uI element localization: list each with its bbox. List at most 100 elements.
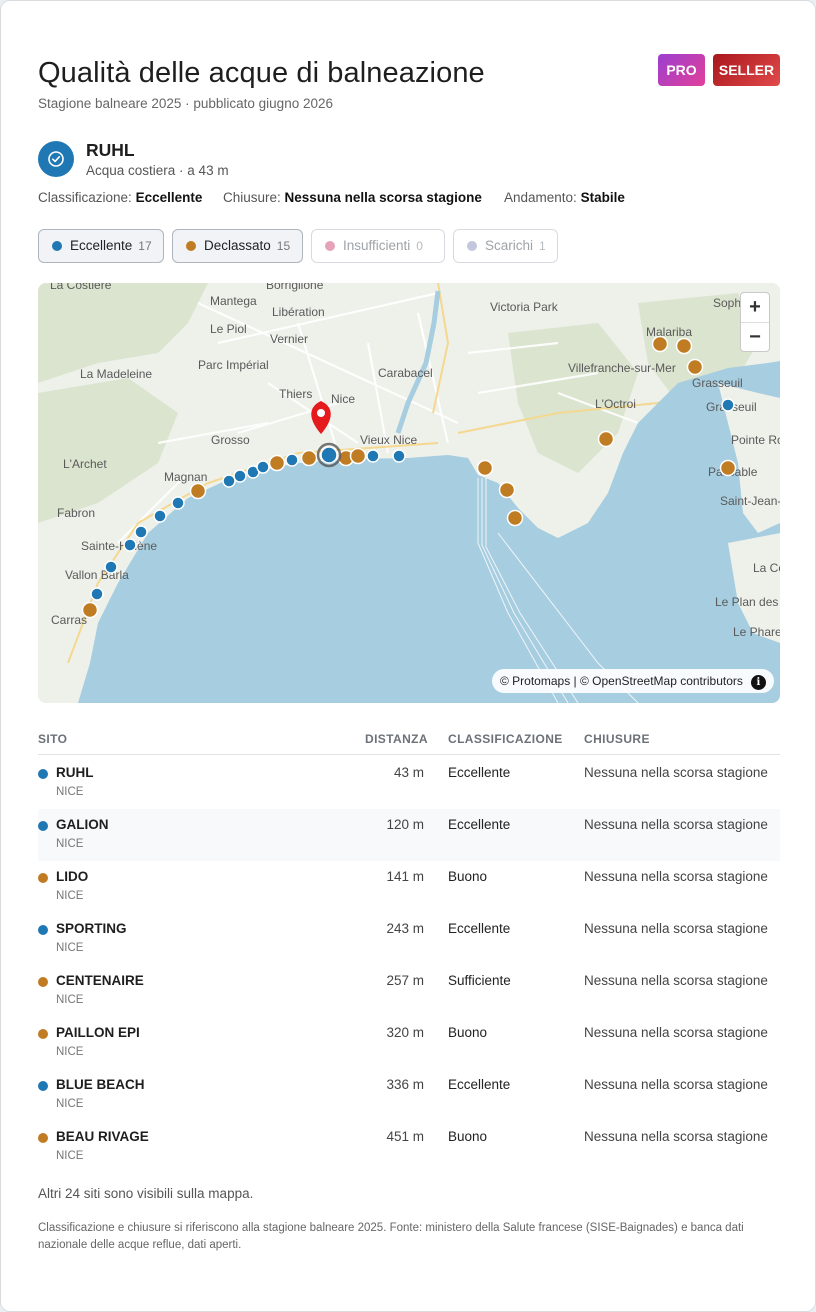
map[interactable]: La Costière Borriglione Mantega Libérati…: [38, 283, 780, 703]
selected-site-subtitle: Acqua costiera · a 43 m: [86, 163, 229, 178]
filter-discharges[interactable]: Scarichi 1: [453, 229, 558, 263]
site-closures: Nessuna nella scorsa stagione: [584, 765, 768, 780]
svg-text:Saint-Jean-C: Saint-Jean-C: [720, 494, 780, 508]
filter-excellent[interactable]: Eccellente 17: [38, 229, 164, 263]
meta-label: Andamento:: [504, 190, 577, 205]
table-row[interactable]: BLUE BEACH NICE 336 m Eccellente Nessuna nel…: [38, 1069, 780, 1121]
svg-text:Pointe Ro: Pointe Ro: [731, 433, 780, 447]
info-icon[interactable]: i: [750, 675, 766, 690]
table-row[interactable]: BEAU RIVAGE NICE 451 m Buono Nessuna nella s…: [38, 1121, 780, 1173]
svg-text:Vernier: Vernier: [270, 332, 308, 346]
water-quality-card: Qualità delle acque di balneazione Stagi…: [0, 0, 816, 1312]
status-dot: [38, 873, 48, 883]
svg-text:Villefranche-sur-Mer: Villefranche-sur-Mer: [568, 361, 676, 375]
filter-count: 17: [138, 239, 152, 253]
filter-label: Insufficienti: [343, 238, 411, 253]
col-header-distance: DISTANZA: [365, 732, 428, 746]
table-row[interactable]: LIDO NICE 141 m Buono Nessuna nella scorsa s…: [38, 861, 780, 913]
site-classification: Buono: [448, 869, 488, 884]
svg-text:Victoria Park: Victoria Park: [490, 300, 559, 314]
zoom-control: + −: [740, 292, 770, 352]
table-row[interactable]: GALION NICE 120 m Eccellente Nessuna nella s…: [38, 809, 780, 861]
svg-text:Mantega: Mantega: [210, 294, 257, 308]
meta-value: Nessuna nella scorsa stagione: [284, 190, 482, 205]
page-title: Qualità delle acque di balneazione: [38, 57, 485, 89]
site-closures: Nessuna nella scorsa stagione: [584, 817, 768, 832]
more-sites-note: Altri 24 siti sono visibili sulla mappa.: [38, 1186, 254, 1201]
status-dot: [38, 1081, 48, 1091]
site-distance: 243 m: [386, 921, 424, 936]
site-closures: Nessuna nella scorsa stagione: [584, 921, 768, 936]
site-classification: Buono: [448, 1025, 488, 1040]
filter-label: Eccellente: [70, 238, 133, 253]
status-dot: [38, 977, 48, 987]
svg-text:Carras: Carras: [51, 613, 87, 627]
svg-text:Le Piol: Le Piol: [210, 322, 247, 336]
svg-text:Vallon Barla: Vallon Barla: [65, 568, 129, 582]
svg-text:Borriglione: Borriglione: [266, 283, 324, 292]
svg-text:Carabacel: Carabacel: [378, 366, 433, 380]
selected-site-name: RUHL: [86, 140, 135, 160]
site-city: NICE: [56, 1098, 84, 1110]
status-dot: [38, 769, 48, 779]
table-row[interactable]: PAILLON EPI NICE 320 m Buono Nessuna nella s…: [38, 1017, 780, 1069]
site-closures: Nessuna nella scorsa stagione: [584, 1077, 768, 1092]
page-subtitle: Stagione balneare 2025 · pubblicato giug…: [38, 96, 333, 111]
site-distance: 257 m: [386, 973, 424, 988]
meta-value: Eccellente: [135, 190, 203, 205]
site-city: NICE: [56, 994, 84, 1006]
table-row[interactable]: RUHL NICE 43 m Eccellente Nessuna nella scor…: [38, 757, 780, 809]
col-header-closures: CHIUSURE: [584, 732, 650, 746]
site-name: LIDO: [56, 869, 89, 884]
meta-label: Classificazione:: [38, 190, 132, 205]
footnote: Classificazione e chiusure si riferiscon…: [38, 1222, 744, 1251]
site-classification: Eccellente: [448, 765, 511, 780]
svg-text:La Costière: La Costière: [50, 283, 112, 292]
filter-label: Scarichi: [485, 238, 534, 253]
site-name: GALION: [56, 817, 109, 832]
attribution-text[interactable]: © Protomaps | © OpenStreetMap contributo…: [500, 674, 743, 688]
site-closures: Nessuna nella scorsa stagione: [584, 869, 768, 884]
svg-text:Magnan: Magnan: [164, 470, 207, 484]
zoom-in-button[interactable]: +: [741, 293, 769, 322]
filter-downgraded[interactable]: Declassato 15: [172, 229, 303, 263]
svg-text:Fabron: Fabron: [57, 506, 95, 520]
svg-text:Vieux Nice: Vieux Nice: [360, 433, 417, 447]
header-divider: [38, 754, 780, 755]
site-classification: Sufficiente: [448, 973, 511, 988]
legend-dot: [467, 241, 477, 251]
site-distance: 451 m: [386, 1129, 424, 1144]
meta-classification: Classificazione: Eccellente: [38, 190, 202, 205]
col-header-classification: CLASSIFICAZIONE: [448, 732, 563, 746]
filter-count: 15: [276, 239, 291, 253]
zoom-out-button[interactable]: −: [741, 322, 769, 351]
status-dot: [38, 1029, 48, 1039]
site-city: NICE: [56, 942, 84, 954]
site-closures: Nessuna nella scorsa stagione: [584, 1025, 768, 1040]
svg-text:La Co: La Co: [753, 561, 780, 575]
meta-trend: Andamento: Stabile: [504, 190, 625, 205]
site-city: NICE: [56, 838, 84, 850]
meta-value: Stabile: [580, 190, 625, 205]
site-name: CENTENAIRE: [56, 973, 144, 988]
site-classification: Buono: [448, 1129, 488, 1144]
table-row[interactable]: SPORTING NICE 243 m Eccellente Nessuna nella…: [38, 913, 780, 965]
svg-text:Libération: Libération: [272, 305, 325, 319]
seller-badge: SELLER: [713, 54, 780, 86]
svg-text:Grosso: Grosso: [211, 433, 250, 447]
status-dot: [38, 1133, 48, 1143]
svg-text:Grasseuil: Grasseuil: [692, 376, 743, 390]
site-city: NICE: [56, 1150, 84, 1162]
svg-text:L'Octroi: L'Octroi: [595, 397, 636, 411]
svg-text:Thiers: Thiers: [279, 387, 312, 401]
svg-text:La Madeleine: La Madeleine: [80, 367, 152, 381]
svg-text:Nice: Nice: [331, 392, 355, 406]
table-row[interactable]: CENTENAIRE NICE 257 m Sufficiente Nessuna ne…: [38, 965, 780, 1017]
site-closures: Nessuna nella scorsa stagione: [584, 1129, 768, 1144]
map-attribution: © Protomaps | © OpenStreetMap contributo…: [492, 669, 774, 693]
svg-text:Malariba: Malariba: [646, 325, 692, 339]
check-circle-icon: [38, 141, 74, 177]
filter-insufficient[interactable]: Insufficienti 0: [311, 229, 445, 263]
site-name: SPORTING: [56, 921, 127, 936]
filter-count: 0: [416, 239, 423, 253]
